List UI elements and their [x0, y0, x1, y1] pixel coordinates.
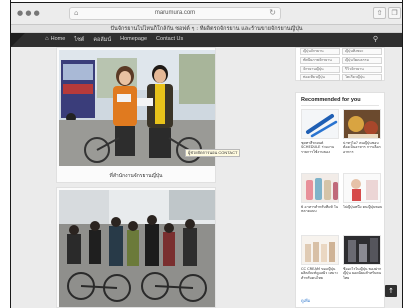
illustration-image: [344, 174, 380, 202]
nav-corner-decoration: [11, 33, 25, 47]
address-bar[interactable]: ⌂ marumura.com ↻: [69, 7, 281, 20]
nav-item-home[interactable]: ⌂ Home: [45, 36, 65, 44]
tag-8[interactable]: โตเกียวญี่ปุ่น: [342, 74, 382, 81]
food-dish-image: [344, 110, 380, 138]
cosmetic-tubes-image: [302, 174, 338, 202]
nav-item-contact[interactable]: Contact Us: [156, 36, 183, 44]
scroll-to-top-button[interactable]: ↑: [385, 285, 397, 297]
image-tooltip: ผู้ช่วยจัดการนอน CONTACT: [185, 149, 241, 157]
browser-toolbar: ● ● ● ⌂ marumura.com ↻ ⇧ ❐: [11, 3, 402, 25]
tab-bar: ปั่นจักรยานไปไหนก็ใกล้กัน ซอฟต์ ๆ : ที่ผ…: [11, 25, 402, 33]
traffic-lights-icon[interactable]: ● ● ●: [17, 9, 40, 17]
post-card-2: [56, 187, 216, 308]
rec-thumb-5[interactable]: [301, 235, 339, 265]
photo-people-with-bicycles: [59, 190, 215, 307]
tab-title[interactable]: ปั่นจักรยานไปไหนก็ใกล้กัน ซอฟต์ ๆ : ที่ผ…: [11, 25, 402, 33]
rec-text-2[interactable]: น่าทาไม? คนญี่ปุ่นชอบ ต้องเป็นอาหาร การเ…: [343, 141, 383, 154]
post-card-1: ผู้ช่วยจัดการนอน CONTACT ที่สำนักงานจักร…: [56, 47, 241, 183]
tabs-overview-icon[interactable]: ❐: [388, 7, 401, 19]
rec-thumb-1[interactable]: [301, 109, 339, 139]
recommended-divider: [301, 105, 379, 106]
rec-thumb-6[interactable]: [343, 235, 381, 265]
rec-text-4[interactable]: ไปญี่ปุ่นหนึ่ง คนญี่ปุ่นชอบ: [343, 205, 383, 209]
rec-text-5[interactable]: CC CREAM ของญี่ปุ่น ผลิตภัณฑ์ดูแลผิว เหม…: [301, 267, 341, 280]
tag-5[interactable]: จักรยานญี่ปุ่น: [300, 66, 340, 73]
post-photo-2[interactable]: [59, 190, 215, 307]
site-nav-bar: ⌂ Home ไซต์ คอลัมน์ Homepage Contact Us ⚲: [11, 33, 402, 47]
rec-thumb-4[interactable]: [343, 173, 381, 203]
search-icon[interactable]: ⚲: [373, 35, 378, 43]
nav-item-3[interactable]: คอลัมน์: [93, 36, 111, 44]
street-scene-image: [344, 236, 380, 264]
recommended-more-link[interactable]: ดูเพิ่ม: [301, 297, 310, 304]
reload-icon[interactable]: ↻: [269, 8, 276, 17]
rec-thumb-2[interactable]: [343, 109, 381, 139]
recommended-title: Recommended for you: [301, 97, 361, 103]
tag-1[interactable]: ญี่ปุ่นจักรยาน: [300, 48, 340, 55]
url-text: marumura.com: [154, 10, 196, 16]
tag-4[interactable]: ญี่ปุ่นวัฒนธรรม: [342, 57, 382, 64]
recommended-card: Recommended for you ชุดทาสีรถยนต์ SCHEDU…: [295, 92, 385, 308]
nav-item-homepage[interactable]: Homepage: [120, 36, 147, 44]
post-caption-1: ที่สำนักงานจักรยานญี่ปุ่น: [109, 173, 163, 179]
rec-text-6[interactable]: ซื้ออะไรในญี่ปุ่น ของฝากญี่ปุ่น ยอดนิยมส…: [343, 267, 383, 280]
nav-menu: ⌂ Home ไซต์ คอลัมน์ Homepage Contact Us: [45, 36, 183, 44]
tag-7[interactable]: ท่องเที่ยวญี่ปุ่น: [300, 74, 340, 81]
home-icon: ⌂: [45, 36, 49, 42]
nav-item-2[interactable]: ไซต์: [74, 36, 84, 44]
share-icon[interactable]: ⇧: [373, 7, 386, 19]
cream-products-image: [302, 236, 338, 264]
rec-thumb-3[interactable]: [301, 173, 339, 203]
blue-brush-image: [302, 110, 338, 138]
frame-border-right: [402, 0, 403, 308]
tag-3[interactable]: ทัศนียภาพจักรยาน: [300, 57, 340, 64]
tag-cloud-card: ญี่ปุ่นจักรยาน ญี่ปุ่นทิ้งขยะ ทัศนียภาพจ…: [295, 47, 385, 81]
rec-text-3[interactable]: 6 อาหารสำหรับที่แท้ ในหลายแบบ: [301, 205, 341, 214]
page-content: ผู้ช่วยจัดการนอน CONTACT ที่สำนักงานจักร…: [11, 47, 402, 308]
rec-text-1[interactable]: ชุดทาสีรถยนต์ SCHEDULE ร่วมงาน รายการใช้…: [301, 141, 341, 154]
tag-2[interactable]: ญี่ปุ่นทิ้งขยะ: [342, 48, 382, 55]
tag-6[interactable]: รีวิวจักรยาน: [342, 66, 382, 73]
